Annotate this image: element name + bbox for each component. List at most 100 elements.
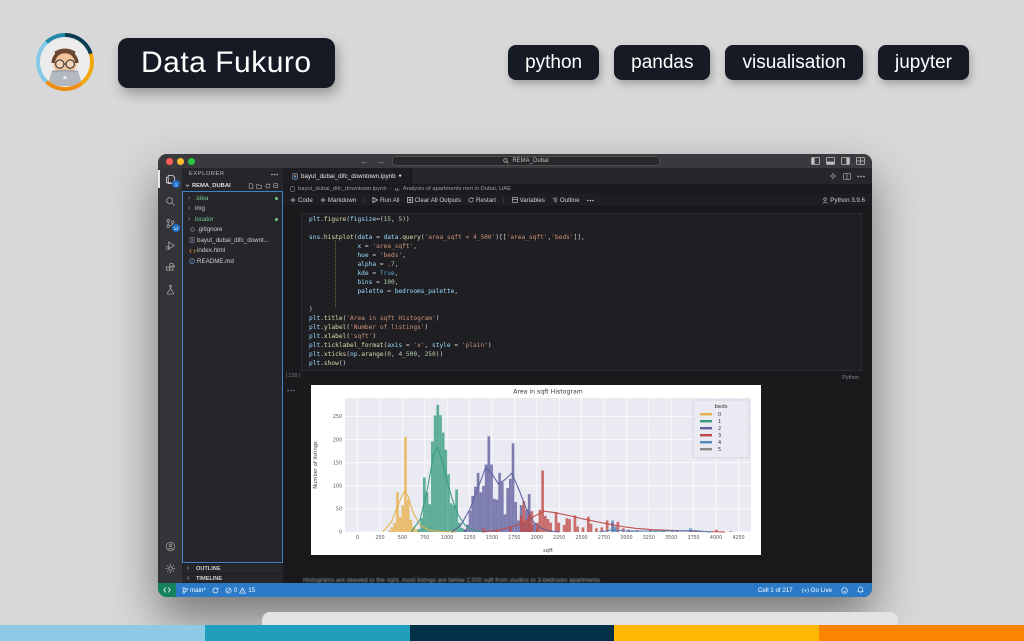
outline-label: OUTLINE	[196, 566, 221, 572]
outline-button[interactable]: Outline	[552, 197, 580, 204]
tree-item-idea[interactable]: ›.idea	[183, 193, 282, 204]
svg-text:500: 500	[398, 535, 407, 541]
account-icon[interactable]	[158, 535, 182, 557]
output-more-actions-icon[interactable]	[287, 389, 295, 392]
zoom-button[interactable]	[188, 158, 195, 165]
feedback-smiley-icon[interactable]	[841, 587, 848, 594]
command-center-search[interactable]: REMA_Dubai	[392, 156, 660, 166]
svg-text:beds: beds	[715, 404, 728, 410]
breadcrumb[interactable]: bayut_dubai_difc_downtown.ipynb › M↓ Ana…	[283, 184, 872, 194]
new-file-icon[interactable]	[248, 183, 254, 189]
variables-button[interactable]: Variables	[512, 197, 545, 204]
code-line: )	[309, 306, 861, 315]
search-view-icon[interactable]	[158, 190, 182, 212]
tree-item-readme-md[interactable]: README.md	[183, 256, 282, 267]
branch-indicator[interactable]: main*	[182, 587, 206, 594]
more-actions-icon[interactable]	[271, 173, 278, 176]
svg-text:2750: 2750	[598, 535, 610, 541]
extensions-icon[interactable]	[158, 256, 182, 278]
topic-tag[interactable]: visualisation	[725, 45, 863, 80]
code-line: plt.ylabel('Number of listings')	[309, 324, 861, 333]
run-debug-icon[interactable]	[158, 234, 182, 256]
history-back-icon[interactable]: ←	[360, 156, 369, 166]
toggle-sidebar-right-icon[interactable]	[841, 157, 850, 165]
tree-item-index-html[interactable]: index.html	[183, 246, 282, 257]
tree-item-locator[interactable]: ›locator	[183, 214, 282, 225]
code-line	[309, 297, 861, 306]
file-name: bayut_dubai_difc_downt...	[197, 237, 269, 244]
toggle-sidebar-left-icon[interactable]	[811, 157, 820, 165]
topic-tag[interactable]: pandas	[614, 45, 710, 80]
minimize-button[interactable]	[177, 158, 184, 165]
svg-text:2000: 2000	[531, 535, 543, 541]
outline-section[interactable]: › OUTLINE	[182, 563, 283, 573]
svg-text:2500: 2500	[575, 535, 587, 541]
cell-language-label[interactable]: Python	[842, 375, 859, 381]
refresh-icon[interactable]	[265, 183, 271, 189]
code-lines: plt.figure(figsize=(15, 5)) sns.histplot…	[309, 216, 861, 369]
run-all-button[interactable]: Run All	[372, 197, 400, 204]
split-editor-icon[interactable]	[843, 173, 851, 180]
dirty-indicator-icon[interactable]: ●	[399, 173, 402, 179]
tree-item-img[interactable]: ›img	[183, 204, 282, 215]
activity-bar: 1 11	[158, 168, 182, 583]
notebook-icon	[292, 173, 298, 180]
explorer-title: EXPLORER	[189, 171, 225, 177]
tree-item-bayut-dubai-difc-downt[interactable]: bayut_dubai_difc_downt...	[183, 235, 282, 246]
tree-item-gitignore[interactable]: .gitignore	[183, 225, 282, 236]
git-branch-icon	[182, 587, 188, 594]
errors-icon	[225, 587, 232, 594]
breadcrumb-section[interactable]: Analysis of apartments rent in Dubai, UA…	[403, 186, 511, 192]
git-icon	[188, 227, 196, 232]
topic-tag[interactable]: jupyter	[878, 45, 969, 80]
clear-all-outputs-button[interactable]: Clear All Outputs	[407, 197, 461, 204]
notifications-bell-icon[interactable]	[857, 586, 864, 594]
source-control-icon[interactable]: 11	[158, 212, 182, 234]
svg-text:150: 150	[333, 460, 342, 466]
restart-kernel-button[interactable]: Restart	[468, 197, 496, 204]
file-tree: ›.idea›img›locator.gitignorebayut_dubai_…	[182, 191, 283, 563]
more-actions-icon[interactable]	[587, 199, 594, 202]
new-folder-icon[interactable]	[256, 183, 262, 189]
collapse-all-icon[interactable]	[273, 183, 279, 189]
explorer-sidebar: EXPLORER REMA_DUBAI ›.idea›img›locato	[182, 168, 283, 583]
project-name: REMA_DUBAI	[192, 183, 231, 189]
code-line: plt.show()	[309, 360, 861, 369]
cell-indicator[interactable]: Cell 1 of 217	[758, 587, 793, 594]
file-name: locator	[195, 216, 214, 223]
git-modified-dot	[275, 197, 278, 200]
vscode-window: ← → REMA_Dubai 1	[158, 154, 872, 597]
customize-layout-icon[interactable]	[856, 157, 865, 165]
svg-text:0: 0	[339, 530, 342, 536]
scm-badge: 11	[172, 224, 180, 232]
breadcrumb-file[interactable]: bayut_dubai_difc_downtown.ipynb	[298, 186, 387, 192]
code-cell[interactable]: plt.figure(figsize=(15, 5)) sns.histplot…	[301, 213, 862, 371]
kernel-picker[interactable]: Python 3.9.6	[822, 197, 865, 204]
add-code-cell-button[interactable]: Code	[290, 197, 313, 204]
avatar-illustration	[40, 37, 90, 87]
sync-indicator[interactable]	[212, 587, 219, 594]
svg-text:1250: 1250	[463, 535, 475, 541]
more-actions-icon[interactable]	[857, 175, 865, 178]
problems-indicator[interactable]: 0 15	[225, 587, 255, 594]
close-button[interactable]	[166, 158, 173, 165]
add-markdown-cell-button[interactable]: Markdown	[320, 197, 357, 204]
histogram-output: 0250500750100012501500175020002250250027…	[311, 385, 761, 555]
testing-icon[interactable]	[158, 278, 182, 300]
explorer-icon[interactable]: 1	[158, 168, 182, 190]
notebook-settings-gear-icon[interactable]	[829, 172, 837, 180]
remote-indicator[interactable]	[158, 583, 176, 597]
svg-text:50: 50	[336, 507, 342, 513]
project-root-row[interactable]: REMA_DUBAI	[182, 180, 283, 191]
go-live-button[interactable]: Go Live	[802, 587, 832, 594]
history-forward-icon[interactable]: →	[376, 156, 385, 166]
notebook-icon	[188, 237, 196, 243]
topic-tag[interactable]: python	[508, 45, 599, 80]
notebook-tab[interactable]: bayut_dubai_difc_downtown.ipynb ●	[283, 168, 412, 184]
timeline-section[interactable]: › TIMELINE	[182, 573, 283, 583]
code-line	[309, 225, 861, 234]
toggle-panel-icon[interactable]	[826, 157, 835, 165]
settings-gear-icon[interactable]	[158, 557, 182, 579]
window-titlebar: ← → REMA_Dubai	[158, 154, 872, 168]
outline-icon	[552, 197, 558, 203]
